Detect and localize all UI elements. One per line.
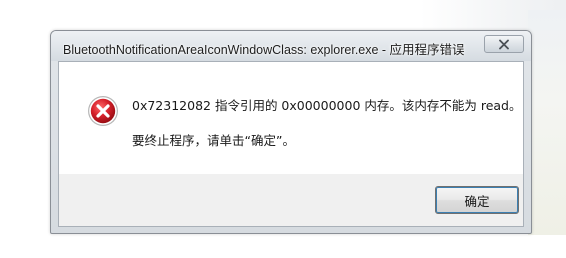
close-button[interactable]	[484, 35, 524, 53]
message-area: 0x72312082 指令引用的 0x00000000 内存。该内存不能为 re…	[59, 62, 523, 174]
screen: BluetoothNotificationAreaIconWindowClass…	[0, 0, 566, 258]
error-message-line2: 要终止程序，请单击“确定”。	[132, 133, 295, 148]
error-dialog: BluetoothNotificationAreaIconWindowClass…	[50, 30, 532, 234]
close-x-icon	[499, 39, 509, 49]
error-message-line1: 0x72312082 指令引用的 0x00000000 内存。该内存不能为 re…	[132, 98, 522, 113]
title-bar[interactable]: BluetoothNotificationAreaIconWindowClass…	[51, 31, 531, 61]
ok-button[interactable]: 确定	[435, 186, 519, 214]
dialog-body: 0x72312082 指令引用的 0x00000000 内存。该内存不能为 re…	[58, 61, 524, 227]
window-title: BluetoothNotificationAreaIconWindowClass…	[63, 43, 465, 57]
background-fragment-right	[528, 10, 566, 235]
error-icon	[88, 96, 118, 126]
